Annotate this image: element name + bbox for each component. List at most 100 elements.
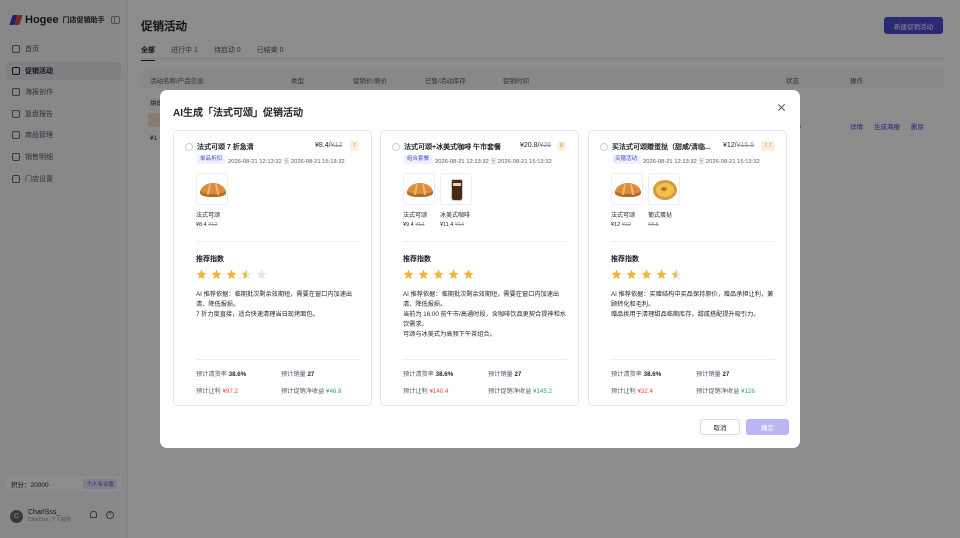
metric-value: ¥145.2: [533, 388, 552, 395]
time-separator: 至: [490, 159, 497, 165]
discount-badge: 7: [350, 141, 360, 151]
metric-sales: 预计销量 27: [488, 369, 521, 378]
metric-clear-rate: 预计清货率 38.6%: [196, 369, 246, 378]
reason-line: AI 推荐依据：买赠结构中买品保持原价，赠品承担让利，兼顾转化和毛利。: [611, 291, 774, 308]
product-price: ¥8.4 ¥12: [196, 222, 228, 228]
rating-stars: [403, 269, 478, 280]
card-radio[interactable]: [600, 143, 608, 151]
croissant-icon: [403, 173, 435, 205]
metric-discount: 预计让利 ¥97.2: [196, 386, 238, 395]
metric-value: ¥126: [741, 388, 755, 395]
rating-stars: [611, 269, 686, 280]
product-promo-price: ¥11.4: [440, 222, 454, 228]
end-time: 2026-08-21 15:13:32: [705, 159, 760, 165]
star-full-icon: [226, 269, 237, 279]
iced-coffee-icon: [440, 173, 472, 205]
product-item: 法式可颂 ¥12 ¥12: [611, 173, 643, 228]
product-price: ¥9.4 ¥12: [403, 222, 435, 228]
croissant-icon: [611, 173, 643, 205]
star-half-icon: [241, 269, 252, 279]
metric-label: 预计让利: [403, 388, 428, 395]
star-full-icon: [403, 269, 414, 279]
time-separator: 至: [283, 159, 290, 165]
promotion-card-3[interactable]: 买法式可颂赠蛋挞（甜咸/清临... ¥12/¥15.5 7.7 买赠活动 202…: [588, 130, 787, 406]
card-divider: [611, 241, 775, 242]
metric-label: 预计促销净收益: [281, 388, 325, 395]
card-divider: [403, 241, 567, 242]
card-title: 法式可颂 7 折急清: [197, 144, 254, 151]
metric-sales: 预计销量 27: [281, 369, 314, 378]
close-icon[interactable]: [777, 103, 786, 112]
promo-price: ¥8.4/: [315, 142, 331, 149]
product-original-price: ¥14: [454, 222, 465, 228]
card-price: ¥12/¥15.5: [723, 142, 754, 149]
metric-label: 预计清货率: [196, 371, 227, 378]
product-item: 法式可颂 ¥8.4 ¥12: [196, 173, 228, 228]
card-divider: [403, 359, 567, 360]
metric-value: ¥32.4: [637, 388, 653, 395]
star-full-icon: [463, 269, 474, 279]
card-price: ¥8.4/¥12: [315, 142, 342, 149]
metric-net-income: 预计促销净收益 ¥126: [696, 386, 755, 395]
promo-price: ¥12/: [723, 142, 737, 149]
product-name: 葡式蛋挞: [648, 213, 673, 219]
promo-price: ¥20.8/: [520, 142, 540, 149]
card-title: 法式可颂+冰美式咖啡 午市套餐: [404, 144, 502, 151]
star-full-icon: [196, 269, 207, 279]
star-full-icon: [448, 269, 459, 279]
confirm-button[interactable]: 确定: [746, 419, 789, 435]
star-full-icon: [656, 269, 667, 279]
product-original-price: ¥12: [208, 222, 218, 228]
product-name: 法式可颂: [196, 213, 221, 219]
metric-value: 27: [722, 371, 730, 378]
metric-value: 38.6%: [435, 371, 454, 378]
discount-badge: 7.7: [761, 141, 775, 151]
product-promo-price: ¥8.4: [196, 222, 207, 228]
croissant-icon: [196, 173, 228, 205]
metric-value: ¥140.4: [429, 388, 449, 395]
metric-net-income: 预计促销净收益 ¥46.8: [281, 386, 342, 395]
metric-value: 27: [514, 371, 522, 378]
star-full-icon: [611, 269, 622, 279]
reason-line: AI 推荐依据：临期批次剩余效期短，需要在窗口内加速出清、降低报损。: [403, 291, 560, 308]
star-full-icon: [418, 269, 429, 279]
star-full-icon: [211, 269, 222, 279]
reason-line: 当前为 16:00 前午市/高通时段，含咖啡饮品更契合提神和水饮需求。: [403, 311, 566, 328]
end-time: 2026-08-21 15:13:32: [290, 159, 345, 165]
promotion-type-tag: 单品折扣: [197, 155, 226, 164]
start-time: 2026-08-21 12:13:32: [435, 159, 489, 165]
original-price: ¥12: [330, 142, 343, 149]
card-price: ¥20.8/¥26: [520, 142, 551, 149]
star-empty-icon: [256, 269, 267, 279]
metric-label: 预计销量: [281, 371, 306, 378]
discount-badge: 8: [557, 141, 567, 151]
metric-label: 预计销量: [696, 371, 721, 378]
egg-tart-icon: [648, 173, 680, 205]
card-title: 买法式可颂赠蛋挞（甜咸/清临...: [612, 144, 711, 151]
promotion-card-2[interactable]: 法式可颂+冰美式咖啡 午市套餐 ¥20.8/¥26 8 组合套餐 2026-08…: [380, 130, 579, 406]
reason-line: AI 推荐依据：临期批次剩余效期短，需要在窗口内加速出清、降低报损。: [196, 291, 353, 308]
card-radio[interactable]: [392, 143, 400, 151]
card-divider: [611, 359, 775, 360]
product-promo-price: ¥12: [611, 222, 621, 228]
product-item: 冰美式咖啡 ¥11.4 ¥14: [440, 173, 472, 228]
product-price: ¥12 ¥12: [611, 222, 643, 228]
original-price: ¥26: [539, 142, 552, 149]
star-full-icon: [433, 269, 444, 279]
metric-label: 预计促销净收益: [488, 388, 532, 395]
promotion-card-1[interactable]: 法式可颂 7 折急清 ¥8.4/¥12 7 单品折扣 2026-08-21 12…: [173, 130, 372, 406]
cancel-button[interactable]: 取消: [700, 419, 740, 435]
metric-value: 38.6%: [643, 371, 662, 378]
metric-label: 预计让利: [611, 388, 636, 395]
star-full-icon: [626, 269, 637, 279]
ai-reason: AI 推荐依据：临期批次剩余效期短，需要在窗口内加速出清、降低报损。 当前为 1…: [403, 290, 568, 340]
product-name: 法式可颂: [403, 213, 428, 219]
reason-line: 7 折力度直接，适合快速清理当日现烤面包。: [196, 311, 319, 318]
end-time: 2026-08-21 15:13:32: [497, 159, 552, 165]
card-radio[interactable]: [185, 143, 193, 151]
recommendation-label: 推荐指数: [196, 256, 224, 263]
product-promo-price: ¥9.4: [403, 222, 414, 228]
promotion-time: 2026-08-21 12:13:32 至 2026-08-21 15:13:3…: [643, 156, 760, 165]
promotion-type-tag: 买赠活动: [612, 155, 641, 164]
rating-stars: [196, 269, 271, 280]
